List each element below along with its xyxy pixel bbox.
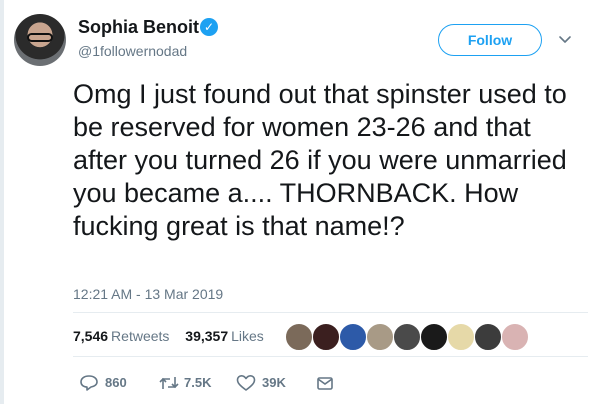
reply-count: 860 xyxy=(105,375,127,390)
direct-message-button[interactable] xyxy=(316,374,336,392)
retweets-label: Retweets xyxy=(111,328,170,344)
liker-avatar[interactable] xyxy=(447,323,475,351)
reply-button[interactable]: 860 xyxy=(79,374,139,392)
retweet-icon xyxy=(159,377,179,389)
avatar-glasses xyxy=(27,33,53,42)
author-name[interactable]: Sophia Benoit xyxy=(78,17,199,38)
like-button[interactable]: 39K xyxy=(236,374,296,392)
divider xyxy=(73,312,588,313)
likes-stat[interactable]: 39,357 Likes xyxy=(185,328,264,344)
tweet-text: Omg I just found out that spinster used … xyxy=(73,79,567,241)
retweet-button[interactable]: 7.5K xyxy=(158,374,228,392)
retweet-count: 7.5K xyxy=(184,375,212,390)
retweets-stat[interactable]: 7,546 Retweets xyxy=(73,328,173,344)
tweet-timestamp[interactable]: 12:21 AM - 13 Mar 2019 xyxy=(73,286,223,302)
likes-count: 39,357 xyxy=(185,328,229,344)
like-count: 39K xyxy=(262,375,286,390)
retweets-count: 7,546 xyxy=(73,328,109,344)
liker-avatar[interactable] xyxy=(339,323,367,351)
liker-avatar[interactable] xyxy=(474,323,502,351)
liker-avatar[interactable] xyxy=(312,323,340,351)
verified-badge-icon: ✓ xyxy=(200,18,218,36)
liker-avatar[interactable] xyxy=(366,323,394,351)
divider xyxy=(73,356,588,357)
reply-icon xyxy=(80,375,98,391)
follow-button[interactable]: Follow xyxy=(438,24,542,56)
heart-icon xyxy=(236,375,256,391)
liker-avatar[interactable] xyxy=(285,323,313,351)
chevron-down-icon[interactable] xyxy=(558,32,572,46)
likes-label: Likes xyxy=(231,328,264,344)
thread-left-border xyxy=(0,0,4,404)
avatar[interactable] xyxy=(14,14,66,66)
liker-avatar[interactable] xyxy=(393,323,421,351)
author-handle[interactable]: @1followernodad xyxy=(78,43,187,59)
liker-avatar[interactable] xyxy=(420,323,448,351)
envelope-icon xyxy=(317,377,333,390)
liker-avatar[interactable] xyxy=(501,323,529,351)
engagement-stats: 7,546 Retweets 39,357 Likes xyxy=(73,328,264,344)
